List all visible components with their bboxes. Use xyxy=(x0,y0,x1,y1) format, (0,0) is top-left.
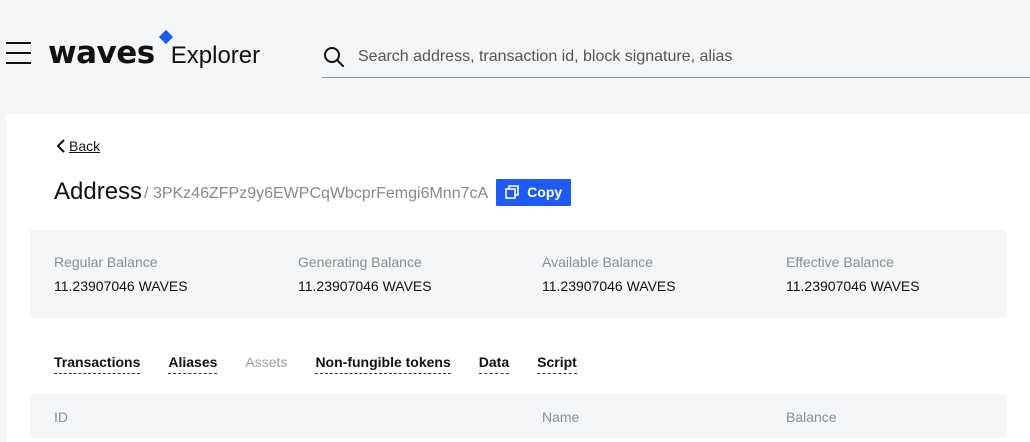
generating-balance: Generating Balance 11.23907046 WAVES xyxy=(298,254,432,294)
chevron-left-icon xyxy=(56,139,65,153)
assets-table-header: ID Name Balance xyxy=(30,394,1006,438)
tab-assets[interactable]: Assets xyxy=(245,354,287,374)
address-value: / 3PKz46ZFPz9y6EWPCqWbcprFemgi6Mnn7cA xyxy=(144,185,489,202)
column-header-balance: Balance xyxy=(786,409,837,425)
tab-aliases[interactable]: Aliases xyxy=(168,354,218,374)
title-row: Address / 3PKz46ZFPz9y6EWPCqWbcprFemgi6M… xyxy=(54,176,572,208)
tab-script[interactable]: Script xyxy=(537,354,577,374)
copy-label: Copy xyxy=(527,184,563,200)
balance-label: Available Balance xyxy=(542,254,654,270)
balance-value: 11.23907046 WAVES xyxy=(298,278,432,294)
tab-transactions[interactable]: Transactions xyxy=(54,354,141,374)
copy-button[interactable]: Copy xyxy=(496,178,572,206)
logo[interactable]: waves Explorer xyxy=(48,29,261,71)
header: waves Explorer xyxy=(0,0,1030,112)
balance-value: 11.23907046 WAVES xyxy=(542,278,676,294)
balances-panel: Regular Balance 11.23907046 WAVES Genera… xyxy=(30,230,1006,318)
regular-balance: Regular Balance 11.23907046 WAVES xyxy=(54,254,188,294)
tab-non-fungible-tokens[interactable]: Non-fungible tokens xyxy=(315,354,451,374)
column-header-name: Name xyxy=(542,409,580,425)
search-bar xyxy=(322,36,1030,78)
back-link[interactable]: Back xyxy=(56,138,100,154)
back-label: Back xyxy=(69,138,101,154)
available-balance: Available Balance 11.23907046 WAVES xyxy=(542,254,676,294)
address-card: Back Address / 3PKz46ZFPz9y6EWPCqWbcprFe… xyxy=(6,114,1030,442)
search-input[interactable] xyxy=(358,47,998,66)
menu-icon[interactable] xyxy=(6,42,31,64)
search-icon[interactable] xyxy=(322,45,346,69)
tab-bar: Transactions Aliases Assets Non-fungible… xyxy=(54,354,605,374)
balance-label: Effective Balance xyxy=(786,254,894,270)
copy-icon xyxy=(505,185,519,199)
balance-label: Generating Balance xyxy=(298,254,422,270)
balance-value: 11.23907046 WAVES xyxy=(54,278,188,294)
app-name: Explorer xyxy=(170,42,261,69)
balance-label: Regular Balance xyxy=(54,254,158,270)
tab-data[interactable]: Data xyxy=(478,354,510,374)
column-header-id: ID xyxy=(54,409,68,425)
effective-balance: Effective Balance 11.23907046 WAVES xyxy=(786,254,920,294)
logo-wordmark: waves xyxy=(48,35,155,71)
page-title: Address xyxy=(54,178,143,205)
balance-value: 11.23907046 WAVES xyxy=(786,278,920,294)
